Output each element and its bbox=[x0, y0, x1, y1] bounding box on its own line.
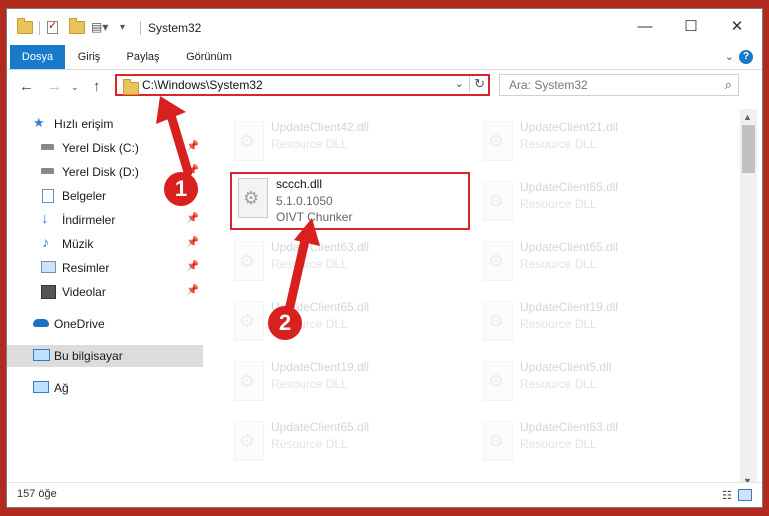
annotation-arrows bbox=[156, 96, 320, 311]
callout-badge-1: 1 bbox=[164, 172, 198, 206]
arrow-two-shaft bbox=[285, 231, 311, 311]
callout-badge-2: 2 bbox=[268, 306, 302, 340]
arrow-two-head bbox=[294, 218, 320, 246]
arrow-one-shaft bbox=[165, 107, 193, 177]
